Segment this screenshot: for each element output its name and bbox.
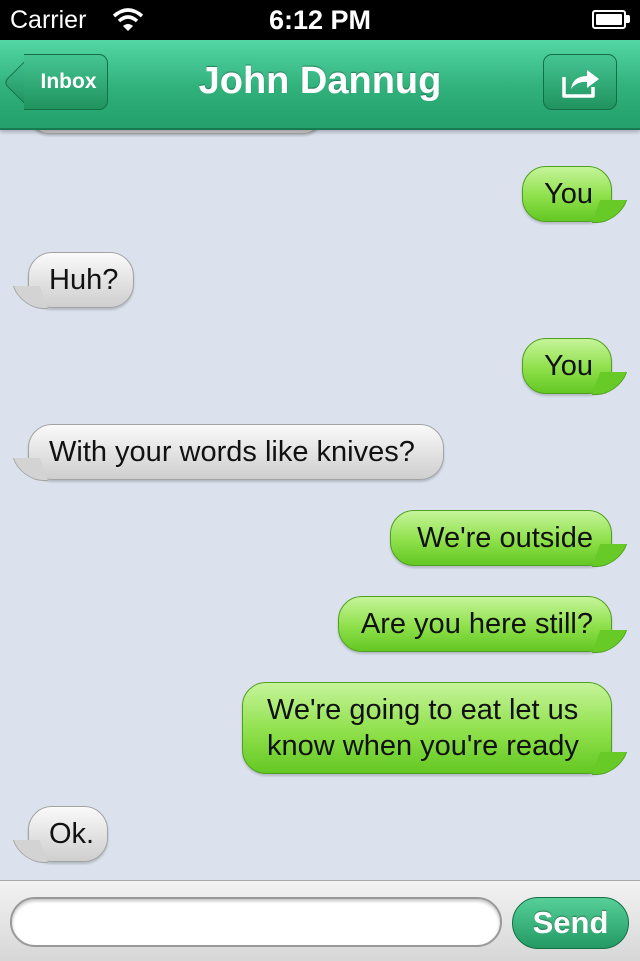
message-text: We're going to eat let us know when you'… [267,694,579,762]
message-text: Ok. [49,818,95,850]
navigation-bar: Inbox John Dannug [0,40,640,130]
battery-icon [592,10,626,29]
message-text: With your words like knives? [49,436,415,468]
message-text: Huh? [49,264,119,296]
message-bubble-outgoing[interactable]: You [522,338,628,395]
battery-tip [626,15,630,23]
message-bubble-outgoing[interactable]: Are you here still? [338,596,628,653]
status-bar: Carrier 6:12 PM [0,0,640,40]
message-bubble-outgoing[interactable]: You [522,166,628,223]
share-button[interactable] [543,54,617,110]
message-text: Are you here still? [360,608,593,640]
message-text: You [544,350,593,382]
message-thread[interactable]: You Huh? You With your words like knives… [0,128,640,880]
status-time: 6:12 PM [268,5,372,35]
compose-bar: Send [0,880,640,961]
message-bubble-incoming[interactable]: Ok. [12,806,108,863]
send-button[interactable]: Send [512,897,629,949]
share-icon [562,70,599,98]
message-bubble-incoming[interactable]: With your words like knives? [12,424,444,481]
message-bubble-outgoing[interactable]: We're outside [390,510,628,567]
message-text: You [544,178,593,210]
message-bubble-outgoing[interactable]: We're going to eat let us know when you'… [242,682,628,775]
message-bubble-incoming[interactable]: Huh? [12,252,134,309]
message-text: We're outside [417,522,593,554]
message-input[interactable] [10,897,502,947]
